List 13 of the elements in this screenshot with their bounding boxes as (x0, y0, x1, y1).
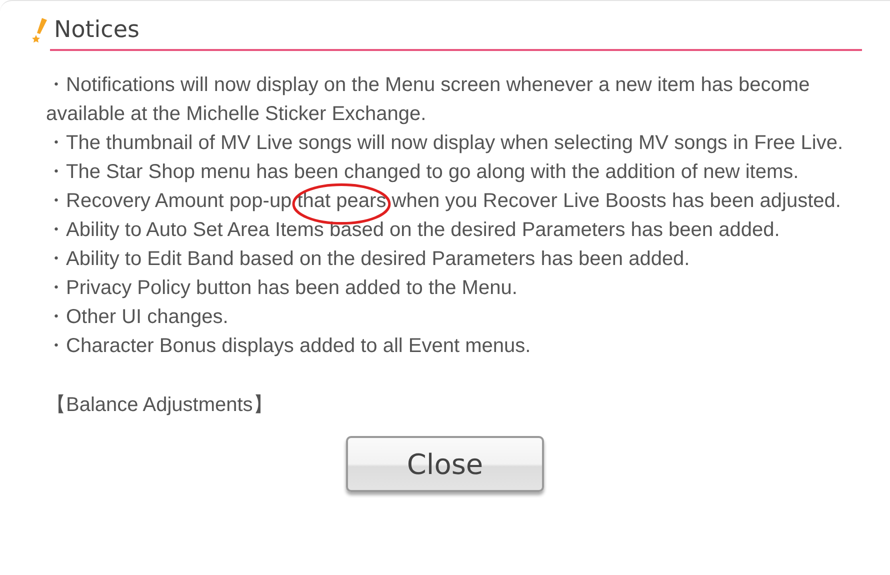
notice-item: ・The Star Shop menu has been changed to go along with the addition of new items. (46, 160, 800, 185)
notice-item: ・Notifications will now display on the Menu screen whenever a new item has become available at the Michelle Sticker Exchange. (46, 73, 811, 127)
notice-item: ・Privacy Policy button has been added to the Menu. (46, 276, 518, 301)
notice-item: ・Character Bonus displays added to all Event menus. (46, 334, 532, 359)
notice-item: ・Recovery Amount pop-up that pears when you Recover Live Boosts has been adjusted. (46, 187, 850, 216)
notice-item: ・The thumbnail of MV Live songs will now display when selecting MV songs in Free Live. (46, 131, 844, 156)
section-heading: 【Balance Adjustments】 (46, 393, 274, 418)
notice-item: ・Ability to Auto Set Area Items based on the desired Parameters has been added. (46, 218, 781, 243)
notice-item: ・Other UI changes. (46, 305, 230, 330)
notice-item: ・Ability to Edit Band based on the desired Parameters has been added. (46, 247, 691, 272)
close-button[interactable]: Close (346, 436, 544, 492)
pencil-star-icon (32, 17, 48, 43)
dialog-title: Notices (54, 17, 140, 43)
